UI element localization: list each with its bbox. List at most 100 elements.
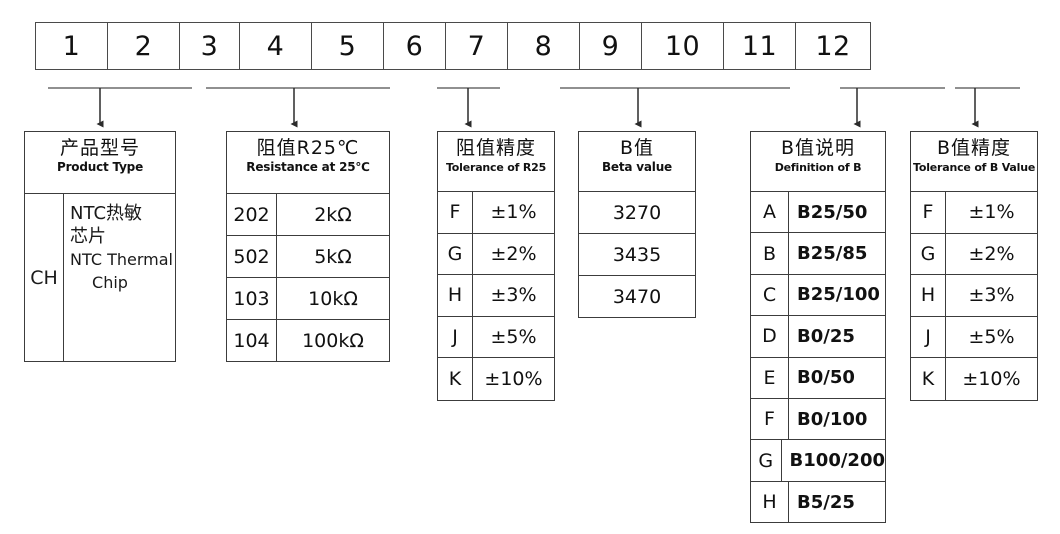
row-code: 202 bbox=[227, 194, 277, 235]
product-type-body: CH NTC热敏 芯片 NTC Thermal Chip bbox=[25, 194, 175, 362]
product-type-description: NTC热敏 芯片 NTC Thermal Chip bbox=[64, 194, 175, 362]
group-header-beta-value: B值 Beta value bbox=[579, 132, 695, 192]
row-code: F bbox=[751, 398, 789, 440]
row-value: B5/25 bbox=[797, 491, 855, 513]
group-header-product-type: 产品型号 Product Type bbox=[25, 132, 175, 194]
code-position-cell: 12 bbox=[815, 30, 851, 62]
row-code: E bbox=[751, 357, 789, 398]
row-value: 100kΩ bbox=[302, 330, 364, 352]
table-row: K ±10% bbox=[438, 358, 554, 400]
row-value: 3270 bbox=[612, 201, 662, 224]
group-box-resistance: 阻值R25℃ Resistance at 25℃ 202 2kΩ 502 5kΩ 103… bbox=[226, 131, 390, 362]
group-header-tolerance-b: B值精度 Tolerance of B Value bbox=[911, 132, 1037, 192]
group-box-tolerance-b: B值精度 Tolerance of B Value F ±1% G ±2% H ±3% J ±… bbox=[910, 131, 1038, 401]
table-row: G ±2% bbox=[911, 233, 1037, 276]
table-row: F ±1% bbox=[438, 192, 554, 234]
table-row: 202 2kΩ bbox=[227, 194, 389, 236]
row-value: 5kΩ bbox=[314, 245, 352, 268]
code-position-cell: 11 bbox=[724, 23, 796, 69]
row-value: ±2% bbox=[968, 242, 1015, 265]
group-title-cn: 阻值R25℃ bbox=[256, 137, 360, 159]
group-box-definition-of-b: B值说明 Definition of B A B25/50 B B25/85 C B25/… bbox=[750, 131, 886, 524]
row-code: 104 bbox=[227, 320, 277, 362]
row-value: B100/200 bbox=[789, 450, 885, 472]
code-position-cell: 2 bbox=[108, 23, 180, 69]
diagram-canvas: 123456789101112 产品型号 Product bbox=[0, 0, 1060, 534]
row-code: K bbox=[438, 358, 473, 400]
table-row: J ±5% bbox=[438, 316, 554, 359]
group-header-tolerance-r25: 阻值精度 Tolerance of R25 bbox=[438, 132, 554, 192]
tolerance-b-rows: F ±1% G ±2% H ±3% J ±5% K ±10% bbox=[911, 192, 1037, 400]
table-row: K ±10% bbox=[911, 358, 1037, 400]
table-row: F B0/100 bbox=[751, 398, 885, 441]
row-code: A bbox=[751, 192, 789, 233]
row-code: H bbox=[911, 275, 946, 316]
code-position-row: 1 2 3 4 5 6 7 8 9 10 11 12 bbox=[35, 22, 871, 70]
row-value: ±10% bbox=[962, 368, 1021, 391]
row-value: ±5% bbox=[968, 326, 1015, 349]
row-value: 3435 bbox=[612, 243, 662, 266]
row-value: ±1% bbox=[490, 201, 537, 224]
row-code: H bbox=[438, 275, 473, 316]
group-box-product-type: 产品型号 Product Type CH NTC热敏 芯片 NTC Thermal C… bbox=[24, 131, 176, 362]
row-value: 3470 bbox=[612, 286, 662, 308]
row-code: 502 bbox=[227, 236, 277, 277]
row-value: ±3% bbox=[968, 284, 1015, 307]
group-header-definition-of-b: B值说明 Definition of B bbox=[751, 132, 885, 192]
product-type-code: CH bbox=[25, 194, 65, 362]
row-code: F bbox=[438, 192, 473, 233]
code-position-cell: 6 bbox=[384, 23, 446, 69]
table-row: 502 5kΩ bbox=[227, 236, 389, 278]
group-title-en: Product Type bbox=[56, 160, 144, 174]
group-title-en: Beta value bbox=[601, 160, 672, 174]
product-type-desc-line: NTC Thermal bbox=[70, 250, 173, 269]
product-type-desc-line: NTC热敏 bbox=[70, 203, 143, 224]
code-position-cell: 7 bbox=[446, 23, 508, 69]
row-code: G bbox=[911, 233, 946, 275]
group-box-beta-value: B值 Beta value 3270 3435 3470 bbox=[578, 131, 696, 318]
row-code: J bbox=[911, 316, 946, 358]
table-row: G B100/200 bbox=[751, 440, 885, 482]
row-value: ±1% bbox=[968, 201, 1015, 224]
table-row: B B25/85 bbox=[751, 233, 885, 275]
row-code: J bbox=[438, 316, 473, 358]
group-title-cn: 阻值精度 bbox=[455, 137, 536, 159]
table-row: J ±5% bbox=[911, 316, 1037, 359]
table-row: 103 10kΩ bbox=[227, 278, 389, 320]
table-row: H ±3% bbox=[911, 275, 1037, 317]
row-value: ±10% bbox=[484, 368, 543, 391]
product-type-desc-line: Chip bbox=[92, 273, 128, 292]
group-box-tolerance-r25: 阻值精度 Tolerance of R25 F ±1% G ±2% H ±3% J ±5% K ±… bbox=[437, 131, 555, 401]
group-title-cn: B值说明 bbox=[780, 137, 856, 159]
table-row: 3270 bbox=[579, 192, 695, 234]
table-row: A B25/50 bbox=[751, 192, 885, 234]
row-code: C bbox=[751, 274, 789, 316]
row-code: 103 bbox=[227, 278, 277, 319]
resistance-rows: 202 2kΩ 502 5kΩ 103 10kΩ 104 100kΩ bbox=[227, 194, 389, 362]
row-code: F bbox=[911, 192, 946, 233]
tolerance-r25-rows: F ±1% G ±2% H ±3% J ±5% K ±10% bbox=[438, 192, 554, 400]
table-row: 3435 bbox=[579, 234, 695, 276]
product-type-desc-line: 芯片 bbox=[70, 226, 107, 247]
table-row: F ±1% bbox=[911, 192, 1037, 234]
row-code: H bbox=[751, 481, 789, 524]
row-value: B0/50 bbox=[797, 367, 855, 389]
row-value: ±2% bbox=[490, 242, 537, 265]
table-row: 104 100kΩ bbox=[227, 320, 389, 362]
code-position-cell: 9 bbox=[580, 23, 642, 69]
row-code: G bbox=[751, 440, 782, 481]
table-row: E B0/50 bbox=[751, 357, 885, 399]
row-code: G bbox=[438, 233, 473, 275]
group-title-en: Resistance at 25℃ bbox=[246, 160, 370, 174]
row-value: 10kΩ bbox=[308, 287, 358, 310]
code-position-cell: 4 bbox=[240, 23, 312, 69]
row-value: ±5% bbox=[490, 326, 537, 349]
group-title-en: Definition of B bbox=[774, 161, 862, 174]
row-value: B25/50 bbox=[797, 201, 868, 223]
definition-of-b-rows: A B25/50 B B25/85 C B25/100 D B0/25 E B0/50 F B0/10… bbox=[751, 192, 885, 524]
code-position-cell: 5 bbox=[312, 23, 384, 69]
row-value: B0/100 bbox=[797, 408, 868, 430]
group-title-cn: 产品型号 bbox=[59, 137, 140, 159]
code-position-cell: 8 bbox=[508, 23, 580, 69]
table-row: D B0/25 bbox=[751, 316, 885, 358]
